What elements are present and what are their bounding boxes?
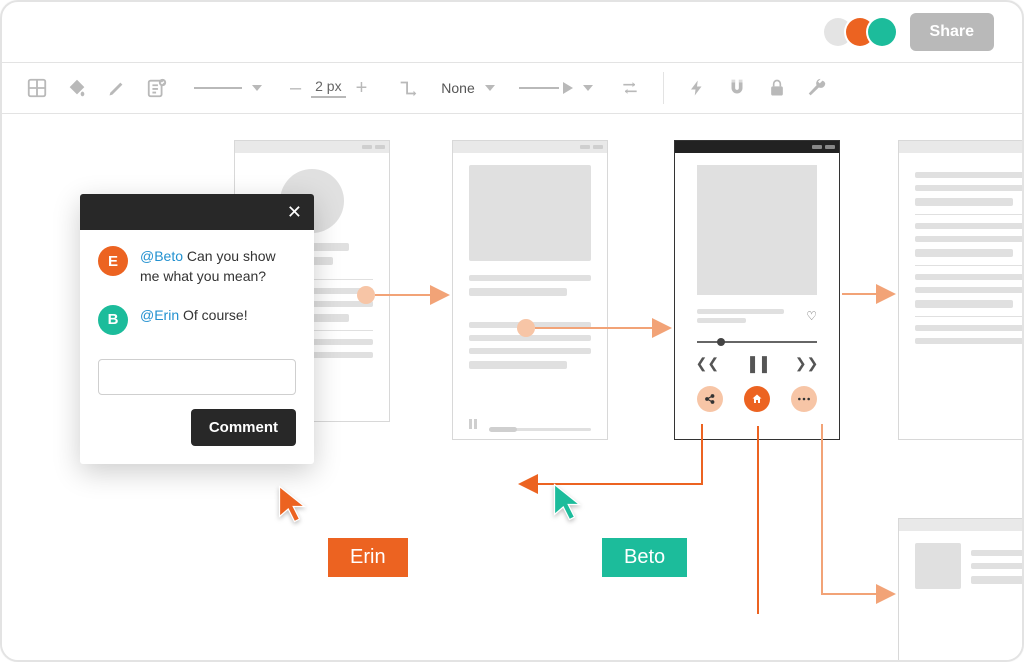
mention: @Beto	[140, 248, 183, 264]
app-window: Share – 2 px +	[0, 0, 1024, 662]
status-bar	[453, 141, 607, 153]
increment-button[interactable]: +	[356, 77, 368, 100]
stroke-width-value[interactable]: 2 px	[311, 78, 345, 98]
grid-icon[interactable]	[24, 75, 50, 101]
flow-hotspot[interactable]	[357, 286, 375, 304]
status-bar	[235, 141, 389, 153]
comment-item: E @Beto Can you show me what you mean?	[98, 246, 296, 287]
player-controls: ❮❮ ▐▐ ❯❯	[675, 355, 839, 372]
mockup-screen[interactable]	[898, 518, 1022, 660]
user-badge-erin: Erin	[328, 538, 408, 577]
comment-popup: ✕ E @Beto Can you show me what you mean?…	[80, 194, 314, 464]
comment-item: B @Erin Of course!	[98, 305, 296, 335]
toolbar-divider	[663, 72, 664, 104]
avatar: B	[98, 305, 128, 335]
bolt-icon[interactable]	[684, 75, 710, 101]
checklist-icon[interactable]	[144, 75, 170, 101]
swap-direction-icon[interactable]	[617, 75, 643, 101]
comment-input[interactable]	[98, 359, 296, 395]
chevron-down-icon	[583, 85, 593, 91]
canvas[interactable]: ♡ ❮❮ ▐▐ ❯❯	[2, 114, 1022, 660]
track-progress[interactable]	[697, 341, 817, 343]
cursor-erin	[277, 484, 307, 529]
mockup-screen[interactable]	[898, 140, 1022, 440]
presence-dot-beto	[868, 18, 896, 46]
end-arrowhead-dropdown[interactable]	[519, 82, 593, 94]
line-style-dropdown[interactable]	[194, 85, 262, 91]
mention: @Erin	[140, 307, 179, 323]
wrench-icon[interactable]	[804, 75, 830, 101]
decrement-button[interactable]: –	[290, 77, 301, 100]
mockup-screen[interactable]	[452, 140, 608, 440]
status-bar	[899, 141, 1022, 153]
pause-icon	[469, 419, 477, 429]
avatar: E	[98, 246, 128, 276]
comment-text: @Erin Of course!	[140, 305, 248, 335]
next-track-icon[interactable]: ❯❯	[795, 355, 818, 372]
magnet-icon[interactable]	[724, 75, 750, 101]
album-art-placeholder	[697, 165, 817, 295]
flow-hotspot[interactable]	[517, 319, 535, 337]
stroke-width-stepper: – 2 px +	[290, 77, 367, 100]
style-toolbar: – 2 px + None	[2, 62, 1022, 114]
heart-icon[interactable]: ♡	[806, 309, 817, 323]
fill-icon[interactable]	[64, 75, 90, 101]
pencil-icon[interactable]	[104, 75, 130, 101]
chevron-down-icon	[252, 85, 262, 91]
scrollbar[interactable]	[489, 428, 591, 431]
user-badge-beto: Beto	[602, 538, 687, 577]
share-button[interactable]: Share	[910, 13, 994, 51]
popup-header: ✕	[80, 194, 314, 230]
dropdown-label: None	[441, 80, 474, 96]
chevron-down-icon	[485, 85, 495, 91]
close-icon[interactable]: ✕	[287, 202, 302, 223]
prev-track-icon[interactable]: ❮❮	[696, 355, 719, 372]
presence-avatars	[830, 18, 896, 46]
share-icon[interactable]	[697, 386, 723, 412]
start-arrowhead-dropdown[interactable]: None	[441, 80, 494, 96]
status-bar	[899, 519, 1022, 531]
pause-icon[interactable]: ▐▐	[745, 356, 769, 372]
topbar: Share	[2, 2, 1022, 62]
lock-icon[interactable]	[764, 75, 790, 101]
cursor-beto	[552, 482, 582, 527]
home-icon[interactable]	[744, 386, 770, 412]
line-style-preview	[194, 87, 242, 89]
comment-text: @Beto Can you show me what you mean?	[140, 246, 296, 287]
elbow-connector-icon[interactable]	[395, 75, 421, 101]
mockup-screen-player[interactable]: ♡ ❮❮ ▐▐ ❯❯	[674, 140, 840, 440]
arrow-preview	[519, 82, 573, 94]
more-icon[interactable]	[791, 386, 817, 412]
comment-submit-button[interactable]: Comment	[191, 409, 296, 446]
status-bar	[675, 141, 839, 153]
